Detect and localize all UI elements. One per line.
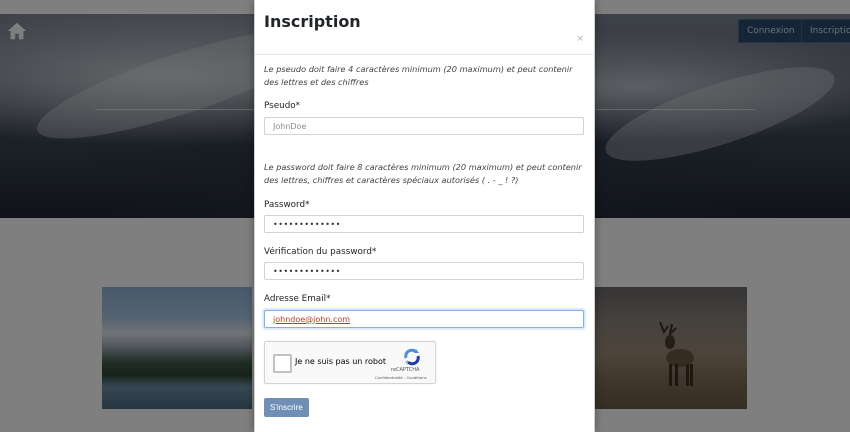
close-icon[interactable]: × xyxy=(576,34,584,44)
email-label: Adresse Email* xyxy=(264,294,331,304)
recaptcha-label: Je ne suis pas un robot xyxy=(295,357,387,366)
signup-submit-button[interactable]: S'inscrire xyxy=(264,398,309,417)
password-confirm-input[interactable] xyxy=(264,262,584,280)
modal-header: Inscription × xyxy=(255,0,594,55)
recaptcha-logo-icon xyxy=(404,348,420,366)
pseudo-input[interactable] xyxy=(264,117,584,135)
password-confirm-label: Vérification du password* xyxy=(264,247,377,257)
recaptcha-widget: Je ne suis pas un robot reCAPTCHA Confid… xyxy=(264,341,436,384)
signup-modal: Inscription × Le pseudo doit faire 4 car… xyxy=(254,0,595,432)
recaptcha-checkbox[interactable] xyxy=(273,354,292,373)
password-input[interactable] xyxy=(264,215,584,233)
pseudo-help-text: Le pseudo doit faire 4 caractères minimu… xyxy=(264,64,573,87)
password-label: Password* xyxy=(264,200,310,210)
modal-title: Inscription xyxy=(264,12,361,31)
recaptcha-links[interactable]: Confidentialité - Conditions xyxy=(375,375,427,380)
pseudo-label: Pseudo* xyxy=(264,101,301,111)
email-input[interactable] xyxy=(264,310,584,328)
password-help-text: Le password doit faire 8 caractères mini… xyxy=(264,162,582,185)
recaptcha-brand: reCAPTCHA xyxy=(391,367,420,373)
